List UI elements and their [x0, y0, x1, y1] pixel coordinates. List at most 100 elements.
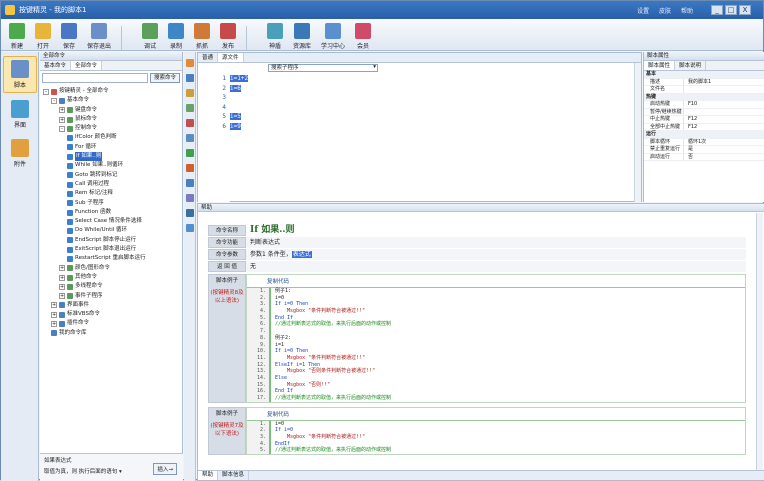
debug-button[interactable]: 调试 [142, 23, 159, 50]
tree-node[interactable]: RestartScript 重启脚本运行 [43, 254, 179, 263]
tree-node[interactable]: - 按键精灵 - 全部命令 [43, 87, 179, 96]
new-button[interactable]: 新建 [9, 23, 25, 50]
expand-toggle-icon[interactable]: + [51, 311, 57, 318]
tree-node[interactable]: + 界面事件 [43, 301, 179, 310]
tool-icon[interactable] [186, 179, 194, 187]
expand-toggle-icon[interactable]: + [59, 293, 65, 300]
shield-button[interactable]: 神盾 [267, 23, 284, 50]
tool-icon[interactable] [186, 149, 194, 157]
tool-icon[interactable] [186, 209, 194, 217]
code-line[interactable]: i=9 [230, 122, 248, 132]
nav-attachment[interactable]: 附件 [3, 136, 37, 171]
member-button[interactable]: 会员 [355, 23, 372, 50]
property-value[interactable]: F12 [684, 116, 697, 123]
nav-ui[interactable]: 界面 [3, 97, 37, 132]
property-value[interactable]: F10 [684, 101, 697, 108]
editor-scrollbar[interactable] [634, 63, 641, 202]
minimize-button[interactable]: _ [711, 5, 723, 15]
code-line[interactable]: i=5 [230, 112, 248, 122]
grab-button[interactable]: 抓抓 [194, 23, 211, 50]
tree-node[interactable]: Rem 标记/注释 [43, 189, 179, 198]
tree-node[interactable]: IfColor 颜色判断 [43, 133, 179, 142]
tab-source[interactable]: 源文件 [218, 53, 244, 62]
tree-node[interactable]: - 基本命令 [43, 96, 179, 105]
save-exit-button[interactable]: 保存退出 [87, 23, 111, 50]
property-row[interactable]: 热键 [644, 93, 764, 101]
tab-script-desc[interactable]: 脚本说明 [675, 61, 707, 70]
expand-toggle-icon[interactable]: + [51, 321, 57, 328]
tree-node[interactable]: Function 函数 [43, 208, 179, 217]
tree-node[interactable]: + 标准VBS命令 [43, 310, 179, 319]
property-row[interactable]: 暂停/继续热键 [644, 108, 764, 116]
code-line[interactable]: i=1+2 [230, 74, 249, 84]
copy-code-link[interactable]: 复制代码 [247, 408, 745, 421]
tool-icon[interactable] [186, 194, 194, 202]
tool-icon[interactable] [186, 89, 194, 97]
property-row[interactable]: 文件名 [644, 86, 764, 94]
open-button[interactable]: 打开 [35, 23, 51, 50]
tree-node[interactable]: EndScript 脚本停止运行 [43, 236, 179, 245]
code-line[interactable]: i=6 [230, 84, 248, 94]
tree-node[interactable]: While 如果..则循环 [43, 161, 179, 170]
tree-node[interactable]: Sub 子程序 [43, 199, 179, 208]
tree-node[interactable]: If 如果..则 [43, 152, 179, 162]
tab-all-commands[interactable]: 全部命令 [71, 61, 103, 70]
property-value[interactable] [684, 71, 688, 78]
learn-button[interactable]: 学习中心 [321, 23, 345, 50]
tab-normal[interactable]: 普通 [198, 53, 219, 62]
help-link[interactable]: 帮助 [681, 8, 693, 15]
tree-node[interactable]: + 键盘命令 [43, 106, 179, 115]
tree-node[interactable]: + 其他命令 [43, 273, 179, 282]
nav-script[interactable]: 脚本 [3, 56, 37, 93]
property-value[interactable]: 是 [684, 146, 693, 153]
property-value[interactable]: F12 [684, 124, 697, 131]
command-search-input[interactable] [42, 73, 148, 83]
tree-node[interactable]: + 多线程命令 [43, 282, 179, 291]
copy-code-link[interactable]: 复制代码 [247, 275, 745, 288]
code-area[interactable]: i=1+2 i=6 i=5 i=9 [230, 74, 249, 132]
tool-icon[interactable] [186, 74, 194, 82]
property-value[interactable] [684, 86, 688, 93]
search-command-button[interactable]: 搜索命令 [150, 73, 180, 83]
tool-icon[interactable] [186, 134, 194, 142]
expand-toggle-icon[interactable]: + [59, 265, 65, 272]
skin-link[interactable]: 皮肤 [659, 8, 671, 15]
tool-icon[interactable] [186, 104, 194, 112]
resource-button[interactable]: 资源库 [293, 23, 311, 50]
code-line[interactable] [230, 93, 248, 103]
tree-node[interactable]: Do While/Until 循环 [43, 226, 179, 235]
tab-script-props[interactable]: 脚本属性 [644, 61, 676, 70]
property-value[interactable] [684, 94, 688, 101]
expand-toggle-icon[interactable]: + [59, 274, 65, 281]
close-button[interactable]: X [739, 5, 751, 15]
property-value[interactable]: 循环1次 [684, 139, 706, 146]
tree-node[interactable]: + 插件命令 [43, 319, 179, 328]
property-row[interactable]: 描述 我的脚本1 [644, 78, 764, 86]
expand-toggle-icon[interactable]: + [51, 302, 57, 309]
record-button[interactable]: 录制 [168, 23, 185, 50]
help-scrollbar[interactable] [756, 213, 763, 471]
code-line[interactable] [230, 103, 248, 113]
tool-icon[interactable] [186, 59, 194, 67]
property-row[interactable]: 运行 [644, 131, 764, 139]
tree-node[interactable]: For 循环 [43, 143, 179, 152]
subroutine-dropdown[interactable]: 搜索子程序 [268, 64, 378, 72]
tree-node[interactable]: - 控制命令 [43, 124, 179, 133]
property-row[interactable]: 基本 [644, 71, 764, 79]
property-row[interactable]: 中止热键 F12 [644, 116, 764, 124]
tree-node[interactable]: Call 调用过程 [43, 180, 179, 189]
tab-help[interactable]: 帮助 [198, 471, 219, 480]
settings-link[interactable]: 设置 [637, 8, 649, 15]
property-value[interactable] [684, 109, 688, 116]
expand-toggle-icon[interactable]: + [59, 116, 65, 123]
tool-icon[interactable] [186, 224, 194, 232]
property-row[interactable]: 全部中止热键 F12 [644, 123, 764, 131]
tree-node[interactable]: 我的命令库 [43, 329, 179, 338]
property-row[interactable]: 脚本循环 循环1次 [644, 138, 764, 146]
expand-toggle-icon[interactable]: + [59, 107, 65, 114]
tool-icon[interactable] [186, 164, 194, 172]
tab-script-info[interactable]: 脚本信息 [218, 471, 250, 480]
property-row[interactable]: 启动热键 F10 [644, 101, 764, 109]
insert-button[interactable]: 插入→ [153, 463, 177, 475]
maximize-button[interactable]: □ [725, 5, 737, 15]
